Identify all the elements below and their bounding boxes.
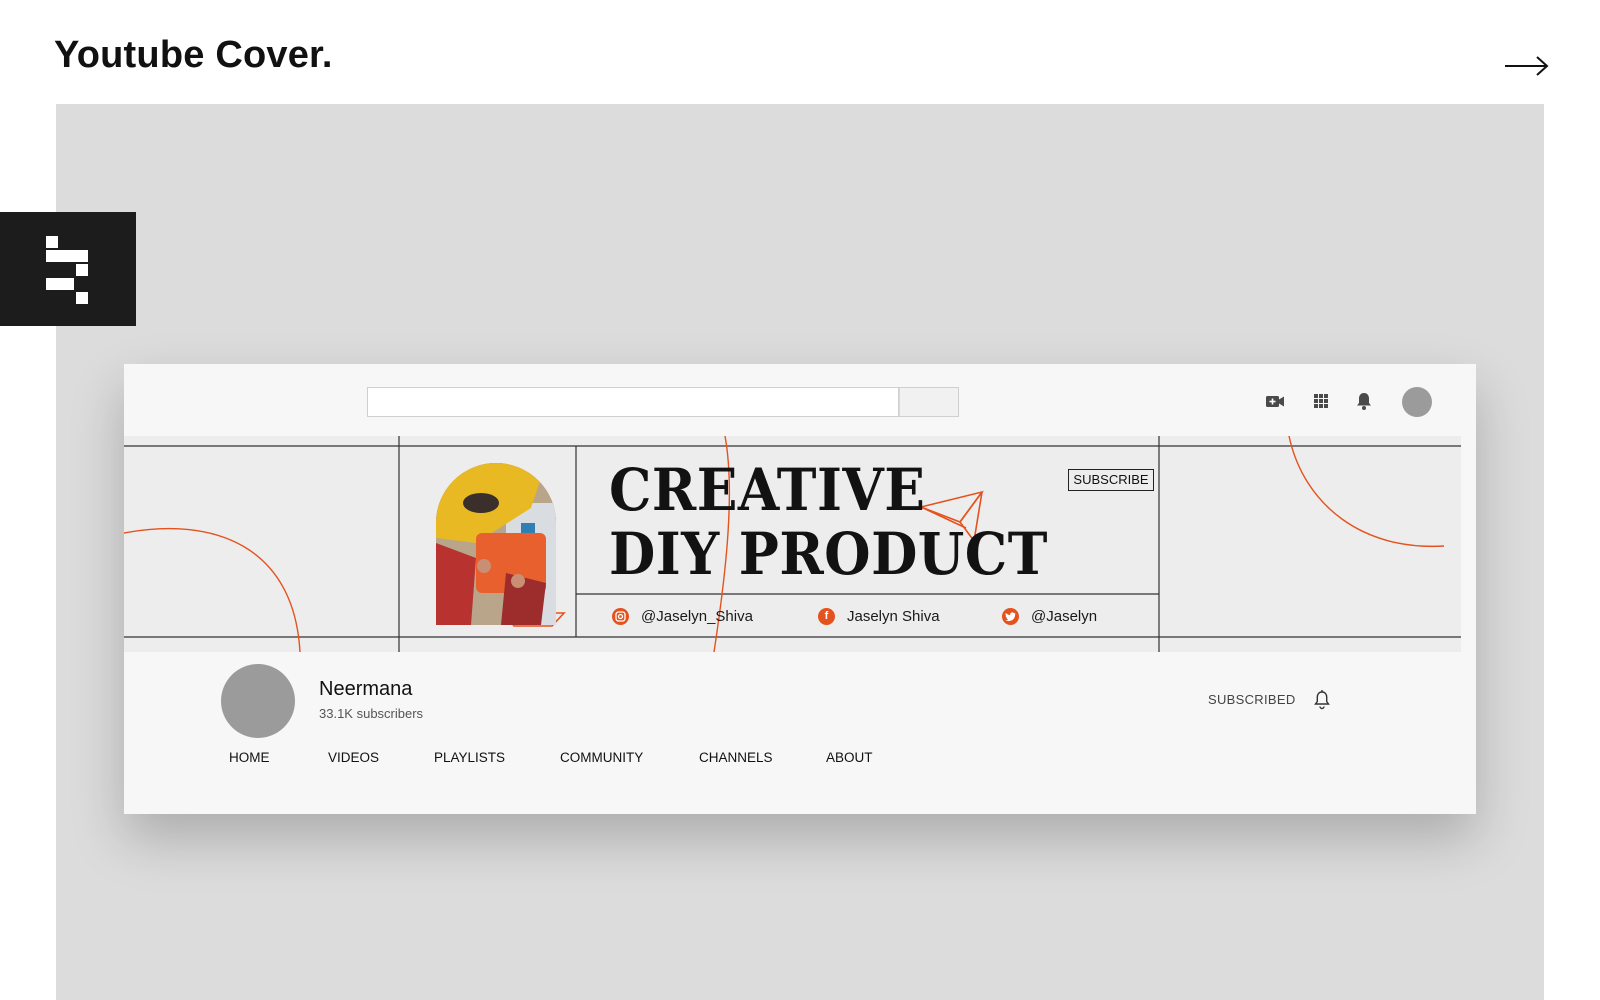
brand-block	[0, 212, 136, 326]
social-twitter: @Jaselyn	[1002, 608, 1097, 625]
facebook-icon: f	[818, 608, 835, 625]
tab-home[interactable]: HOME	[229, 750, 270, 765]
channel-avatar[interactable]	[221, 664, 295, 738]
apps-grid-icon[interactable]	[1310, 390, 1332, 412]
subscribe-badge: SUBSCRIBE	[1068, 469, 1154, 491]
search-button[interactable]	[899, 387, 959, 417]
social-instagram: @Jaselyn_Shiva	[612, 608, 753, 625]
social-facebook: f Jaselyn Shiva	[818, 608, 940, 625]
notification-bell-outline-icon[interactable]	[1312, 689, 1332, 711]
account-avatar[interactable]	[1402, 387, 1432, 417]
instagram-handle: @Jaselyn_Shiva	[641, 608, 753, 625]
tab-about[interactable]: ABOUT	[826, 750, 873, 765]
youtube-channel-mockup: CREATIVE DIY PRODUCT SUBSCRIBE @Jaselyn_…	[124, 364, 1476, 814]
banner-title-line2: DIY PRODUCT	[609, 520, 1048, 588]
banner-title: CREATIVE DIY PRODUCT	[609, 458, 1129, 586]
youtube-topbar	[124, 364, 1476, 436]
channel-name: Neermana	[319, 678, 413, 700]
channel-tabs: HOME VIDEOS PLAYLISTS COMMUNITY CHANNELS…	[124, 750, 1476, 774]
tab-videos[interactable]: VIDEOS	[328, 750, 379, 765]
page-title: Youtube Cover.	[54, 34, 333, 76]
subscribed-button[interactable]: SUBSCRIBED	[1208, 692, 1296, 707]
subscriber-count: 33.1K subscribers	[319, 706, 424, 721]
notification-bell-icon[interactable]	[1353, 390, 1375, 412]
channel-banner: CREATIVE DIY PRODUCT SUBSCRIBE @Jaselyn_…	[124, 436, 1461, 652]
banner-title-line1: CREATIVE	[609, 456, 926, 524]
twitter-icon	[1002, 608, 1019, 625]
video-camera-plus-icon[interactable]	[1264, 390, 1286, 412]
tab-channels[interactable]: CHANNELS	[699, 750, 773, 765]
facebook-handle: Jaselyn Shiva	[847, 608, 940, 625]
tab-community[interactable]: COMMUNITY	[560, 750, 643, 765]
pixel-logo-icon	[46, 236, 88, 304]
search-input[interactable]	[367, 387, 899, 417]
tab-playlists[interactable]: PLAYLISTS	[434, 750, 505, 765]
arrow-right-icon[interactable]	[1504, 54, 1550, 78]
twitter-handle: @Jaselyn	[1031, 608, 1098, 625]
instagram-icon	[612, 608, 629, 625]
craft-photo	[436, 463, 556, 625]
